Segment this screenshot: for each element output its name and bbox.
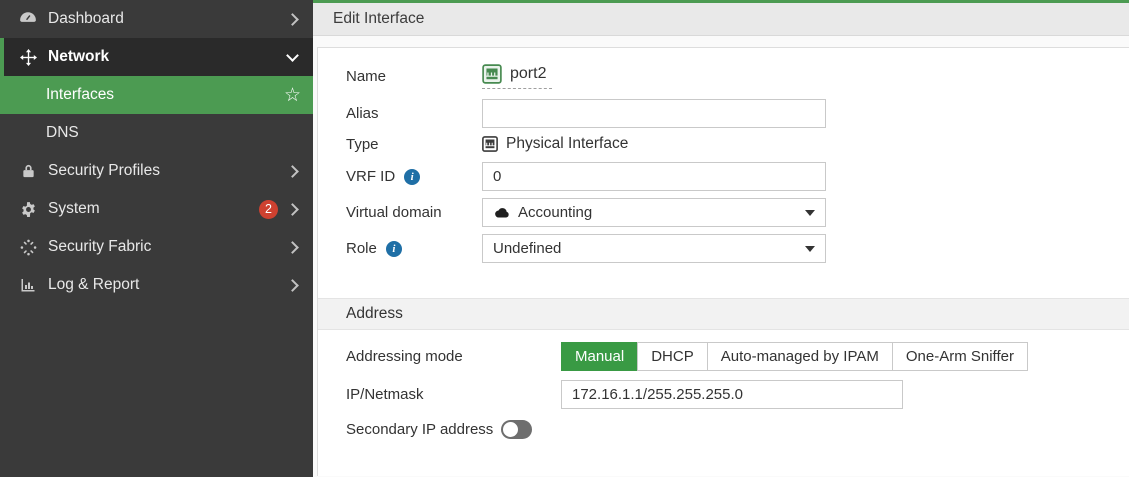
ethernet-port-icon xyxy=(482,136,498,152)
secondary-ip-toggle[interactable] xyxy=(501,420,533,439)
cloud-icon xyxy=(495,208,509,218)
secondary-ip-row: Secondary IP address xyxy=(346,420,1129,439)
interface-name-value[interactable]: port2 xyxy=(482,63,553,89)
sidebar-item-label: System xyxy=(48,200,100,217)
sidebar: Dashboard Network Interfaces ☆ DNS Secur… xyxy=(0,0,313,477)
name-label: Name xyxy=(346,67,387,85)
sidebar-item-label: Network xyxy=(48,48,110,65)
sidebar-item-label: Dashboard xyxy=(48,10,124,27)
info-icon[interactable]: i xyxy=(385,240,402,257)
lock-icon xyxy=(18,163,38,179)
page-header: Edit Interface xyxy=(313,3,1129,36)
sidebar-item-dns[interactable]: DNS xyxy=(0,114,313,152)
sidebar-item-log-report[interactable]: Log & Report xyxy=(0,266,313,304)
move-icon xyxy=(18,48,38,66)
role-value: Undefined xyxy=(493,240,562,257)
caret-down-icon xyxy=(805,245,815,252)
chevron-right-icon xyxy=(286,12,299,26)
sidebar-item-security-profiles[interactable]: Security Profiles xyxy=(0,152,313,190)
addressing-mode-dhcp-button[interactable]: DHCP xyxy=(637,342,708,371)
gear-icon xyxy=(18,201,38,217)
bar-chart-icon xyxy=(18,277,38,293)
vrf-id-input[interactable] xyxy=(482,162,826,191)
role-label: Role i xyxy=(346,240,482,257)
address-section-header: Address xyxy=(318,298,1129,330)
type-label: Type xyxy=(346,135,379,153)
alias-input[interactable] xyxy=(482,99,826,128)
main-area: Edit Interface Name port2 Alias Type Phy… xyxy=(313,0,1129,477)
sidebar-item-label: Security Profiles xyxy=(48,162,160,179)
chevron-right-icon xyxy=(286,240,299,254)
ip-netmask-label: IP/Netmask xyxy=(346,386,424,403)
sidebar-item-security-fabric[interactable]: Security Fabric xyxy=(0,228,313,266)
chevron-right-icon xyxy=(286,278,299,292)
sidebar-item-network[interactable]: Network xyxy=(0,38,313,76)
addressing-mode-manual-button[interactable]: Manual xyxy=(561,342,639,371)
chevron-down-icon xyxy=(286,48,299,62)
interface-name-text: port2 xyxy=(510,65,547,82)
addressing-mode-segmented-control: Manual DHCP Auto-managed by IPAM One-Arm… xyxy=(561,342,1028,371)
alias-row: Alias xyxy=(346,99,1129,128)
sidebar-item-label: Security Fabric xyxy=(48,238,152,255)
virtual-domain-value: Accounting xyxy=(518,204,593,221)
addressing-mode-sniffer-button[interactable]: One-Arm Sniffer xyxy=(891,342,1028,371)
name-row: Name port2 xyxy=(346,63,1129,89)
chevron-right-icon xyxy=(286,164,299,178)
chevron-right-icon xyxy=(286,202,299,216)
notification-badge: 2 xyxy=(259,199,278,219)
sidebar-item-interfaces[interactable]: Interfaces ☆ xyxy=(0,76,313,114)
fabric-icon xyxy=(18,239,38,255)
alias-label: Alias xyxy=(346,105,379,122)
role-row: Role i Undefined xyxy=(346,234,1129,263)
interface-type-text: Physical Interface xyxy=(506,135,629,152)
gauge-icon xyxy=(18,11,38,27)
role-label-text: Role xyxy=(346,240,377,257)
secondary-ip-label: Secondary IP address xyxy=(346,421,494,438)
interface-type-value: Physical Interface xyxy=(482,135,628,153)
info-icon[interactable]: i xyxy=(404,168,421,185)
sidebar-item-dashboard[interactable]: Dashboard xyxy=(0,0,313,38)
content-area: Name port2 Alias Type Physical Interface xyxy=(313,36,1129,476)
toggle-knob xyxy=(503,422,519,437)
caret-down-icon xyxy=(805,209,815,216)
addressing-mode-ipam-button[interactable]: Auto-managed by IPAM xyxy=(706,342,893,371)
ip-netmask-row: IP/Netmask xyxy=(346,380,1129,409)
role-select[interactable]: Undefined xyxy=(482,234,826,263)
ethernet-port-icon xyxy=(482,64,502,84)
star-icon[interactable]: ☆ xyxy=(284,86,301,105)
sidebar-item-label: Log & Report xyxy=(48,276,140,293)
vrf-label: VRF ID i xyxy=(346,168,482,185)
ip-netmask-input[interactable] xyxy=(561,380,903,409)
vrf-row: VRF ID i xyxy=(346,162,1129,191)
sidebar-item-system[interactable]: System 2 xyxy=(0,190,313,228)
virtual-domain-select[interactable]: Accounting xyxy=(482,198,826,227)
addressing-mode-label: Addressing mode xyxy=(346,348,463,365)
sidebar-item-label: DNS xyxy=(46,124,79,141)
edit-interface-panel: Name port2 Alias Type Physical Interface xyxy=(317,47,1129,476)
type-row: Type Physical Interface xyxy=(346,135,1129,153)
vdom-label: Virtual domain xyxy=(346,204,442,221)
addressing-mode-row: Addressing mode Manual DHCP Auto-managed… xyxy=(346,342,1129,371)
page-title: Edit Interface xyxy=(333,10,425,27)
vdom-row: Virtual domain Accounting xyxy=(346,198,1129,227)
vrf-label-text: VRF ID xyxy=(346,168,396,185)
sidebar-item-label: Interfaces xyxy=(46,86,115,103)
address-section-title: Address xyxy=(346,305,403,322)
